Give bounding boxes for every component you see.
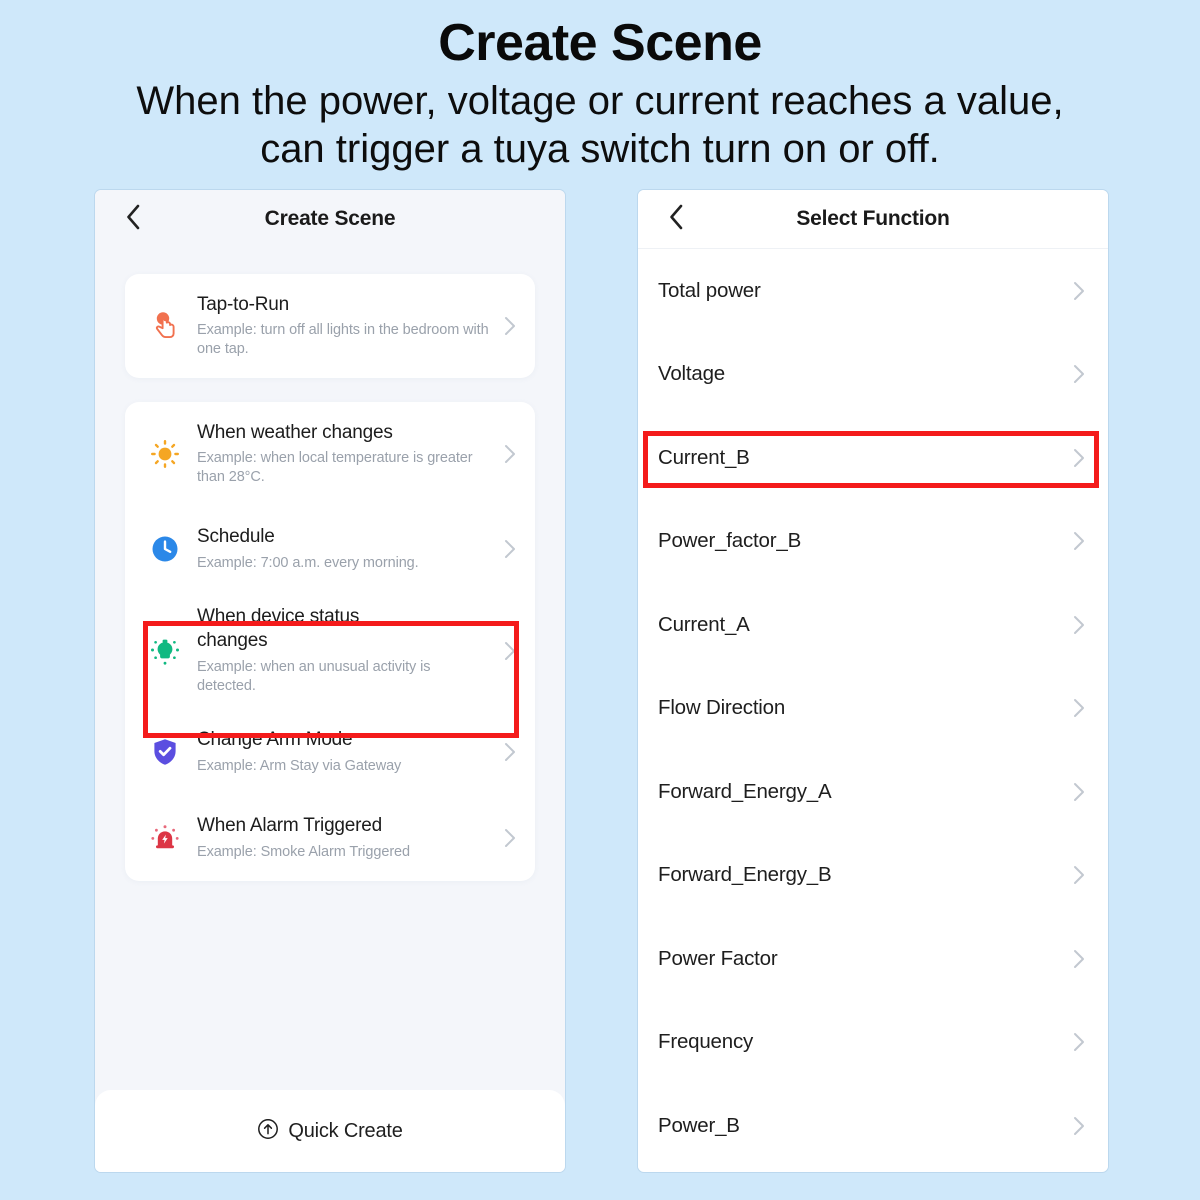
- scene-item-desc: Example: 7:00 a.m. every morning.: [197, 554, 419, 571]
- chevron-right-icon: [1070, 1116, 1088, 1135]
- function-label: Forward_Energy_A: [658, 779, 832, 803]
- scene-item-desc: Example: when an unusual activity is det…: [197, 658, 431, 694]
- scene-item-text: Change Arm Mode Example: Arm Stay via Ga…: [197, 728, 501, 775]
- function-item-flow-direction[interactable]: Flow Direction: [638, 667, 1108, 751]
- bulb-icon: [141, 627, 189, 675]
- function-label: Power_B: [658, 1113, 740, 1137]
- scene-item-desc: Example: turn off all lights in the bedr…: [197, 322, 489, 358]
- chevron-right-icon: [1070, 532, 1088, 551]
- scene-item-alarm[interactable]: When Alarm Triggered Example: Smoke Alar…: [125, 795, 535, 881]
- scene-item-title: Schedule: [197, 526, 275, 548]
- chevron-right-icon: [501, 829, 519, 847]
- scene-item-title: Change Arm Mode: [197, 729, 353, 751]
- chevron-right-icon: [1070, 448, 1088, 467]
- left-navbar: Create Scene: [95, 190, 565, 248]
- page-subtitle-line-1: When the power, voltage or current reach…: [136, 78, 1064, 123]
- function-item-frequency[interactable]: Frequency: [638, 1001, 1108, 1085]
- scene-item-title: Tap-to-Run: [197, 293, 289, 315]
- chevron-right-icon: [501, 540, 519, 558]
- function-label: Current_B: [658, 445, 750, 469]
- chevron-left-icon: [668, 204, 684, 235]
- scene-item-text: When device status changes Example: when…: [197, 605, 501, 696]
- tap-to-run-card: Tap-to-Run Example: turn off all lights …: [125, 274, 535, 378]
- function-item-forward-energy-a[interactable]: Forward_Energy_A: [638, 750, 1108, 834]
- function-item-power-factor-b[interactable]: Power_factor_B: [638, 500, 1108, 584]
- function-list: Total power Voltage Current_B Power_fact…: [638, 249, 1108, 1168]
- sun-icon: [141, 430, 189, 478]
- scene-item-text: When Alarm Triggered Example: Smoke Alar…: [197, 814, 501, 861]
- scene-item-device-status[interactable]: When device status changes Example: when…: [125, 592, 535, 709]
- chevron-right-icon: [1070, 866, 1088, 885]
- function-item-current-b[interactable]: Current_B: [638, 416, 1108, 500]
- siren-icon: [141, 814, 189, 862]
- chevron-right-icon: [501, 445, 519, 463]
- scene-item-title: When weather changes: [197, 421, 393, 443]
- function-label: Power Factor: [658, 946, 778, 970]
- chevron-left-icon: [125, 204, 141, 235]
- back-button-right[interactable]: [664, 204, 688, 231]
- quick-create-label: Quick Create: [288, 1119, 403, 1142]
- function-label: Forward_Energy_B: [658, 863, 832, 887]
- chevron-right-icon: [1070, 782, 1088, 801]
- shield-check-icon: [141, 728, 189, 776]
- function-label: Power_factor_B: [658, 529, 802, 553]
- right-screen-title: Select Function: [796, 207, 950, 230]
- page-subtitle-line-2: can trigger a tuya switch turn on or off…: [260, 127, 940, 172]
- page-title: Create Scene: [438, 14, 762, 72]
- chevron-right-icon: [1070, 281, 1088, 300]
- function-item-total-power[interactable]: Total power: [638, 249, 1108, 333]
- function-label: Voltage: [658, 362, 725, 386]
- scene-item-desc: Example: Smoke Alarm Triggered: [197, 843, 410, 860]
- right-navbar: Select Function: [638, 190, 1108, 249]
- scene-item-weather[interactable]: When weather changes Example: when local…: [125, 402, 535, 506]
- quick-create-button[interactable]: Quick Create: [95, 1090, 565, 1172]
- scene-item-desc: Example: Arm Stay via Gateway: [197, 757, 402, 774]
- clock-icon: [141, 525, 189, 573]
- function-label: Frequency: [658, 1030, 754, 1054]
- scene-item-text: Tap-to-Run Example: turn off all lights …: [197, 293, 501, 360]
- scene-item-text: Schedule Example: 7:00 a.m. every mornin…: [197, 525, 501, 572]
- chevron-right-icon: [1070, 699, 1088, 718]
- scene-item-tap-to-run[interactable]: Tap-to-Run Example: turn off all lights …: [125, 274, 535, 378]
- chevron-right-icon: [1070, 365, 1088, 384]
- scene-item-arm-mode[interactable]: Change Arm Mode Example: Arm Stay via Ga…: [125, 709, 535, 795]
- create-scene-screen: Create Scene Tap-to-Run Example: turn of…: [95, 190, 565, 1172]
- select-function-screen: Select Function Total power Voltage Curr…: [638, 190, 1108, 1172]
- function-label: Current_A: [658, 612, 750, 636]
- chevron-right-icon: [501, 743, 519, 761]
- function-label: Flow Direction: [658, 696, 786, 720]
- function-item-power-b[interactable]: Power_B: [638, 1084, 1108, 1168]
- function-item-forward-energy-b[interactable]: Forward_Energy_B: [638, 834, 1108, 918]
- function-item-voltage[interactable]: Voltage: [638, 333, 1108, 417]
- chevron-right-icon: [501, 641, 519, 660]
- chevron-right-icon: [1070, 615, 1088, 634]
- chevron-right-icon: [501, 317, 519, 335]
- arrow-up-circle-icon: [257, 1118, 279, 1145]
- scene-item-title: When device status changes: [197, 606, 360, 652]
- hand-tap-icon: [141, 302, 189, 350]
- back-button-left[interactable]: [121, 204, 145, 231]
- chevron-right-icon: [1070, 1033, 1088, 1052]
- function-label: Total power: [658, 278, 761, 302]
- scene-item-title: When Alarm Triggered: [197, 815, 383, 837]
- function-item-current-a[interactable]: Current_A: [638, 583, 1108, 667]
- automation-card: When weather changes Example: when local…: [125, 402, 535, 881]
- scene-item-desc: Example: when local temperature is great…: [197, 450, 473, 486]
- function-item-power-factor[interactable]: Power Factor: [638, 917, 1108, 1001]
- page-subtitle: When the power, voltage or current reach…: [65, 77, 1135, 175]
- left-screen-title: Create Scene: [264, 207, 396, 230]
- chevron-right-icon: [1070, 949, 1088, 968]
- scene-item-text: When weather changes Example: when local…: [197, 421, 501, 488]
- scene-item-schedule[interactable]: Schedule Example: 7:00 a.m. every mornin…: [125, 506, 535, 592]
- page-header: Create Scene When the power, voltage or …: [0, 0, 1200, 174]
